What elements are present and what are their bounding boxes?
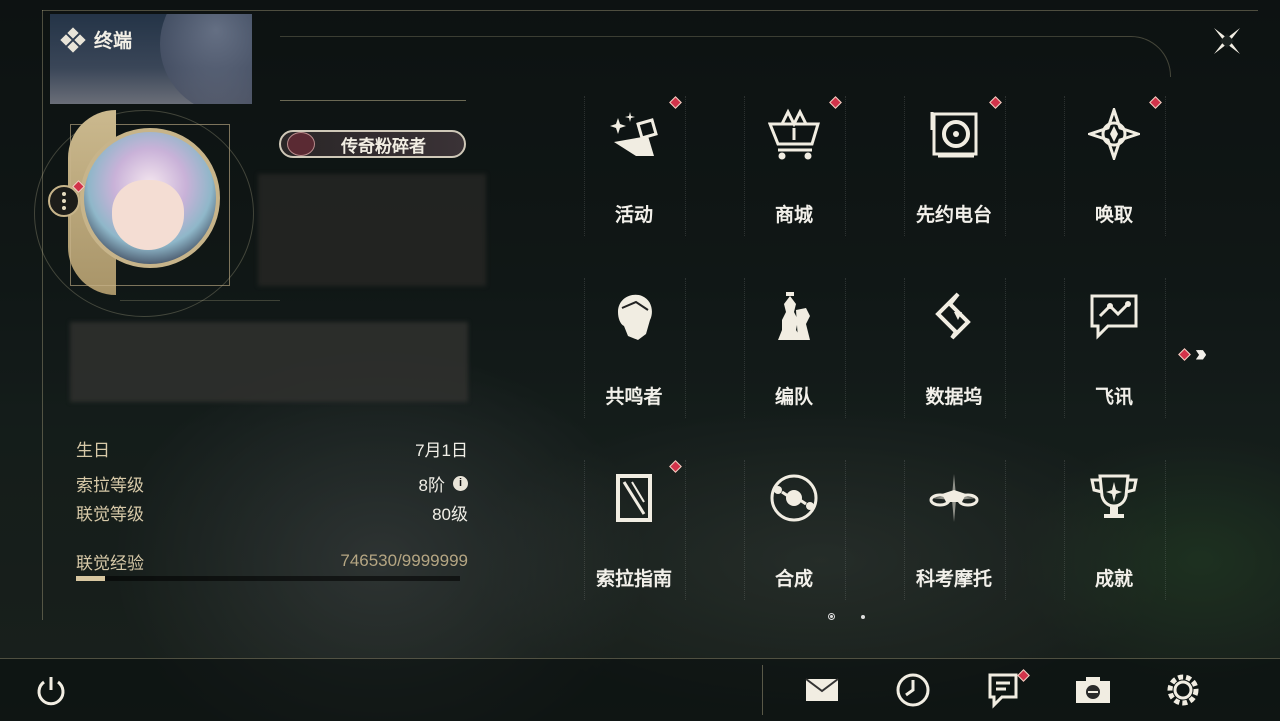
guide-book-icon (616, 474, 652, 522)
stat-union-level: 联觉等级 80级 (76, 504, 468, 524)
trophy-icon (1090, 474, 1138, 518)
page-dot[interactable] (861, 614, 865, 619)
blurred-player-name (258, 174, 486, 286)
exp-progress-bar (76, 576, 460, 581)
blurred-signature (70, 322, 468, 402)
terminal-header: 终端 (60, 26, 133, 53)
next-page-button[interactable]: ››› (1178, 340, 1207, 368)
profile-divider (120, 300, 280, 301)
resonator-head-icon (618, 294, 652, 340)
camera-icon[interactable] (1074, 671, 1112, 709)
exp-progress-fill (76, 576, 105, 581)
menu-item-messages[interactable]: 飞讯 (1034, 274, 1194, 424)
bottom-toolbar (0, 658, 1280, 721)
terminal-diamond-icon (60, 26, 86, 53)
power-icon[interactable] (34, 674, 68, 708)
motorbike-icon (929, 474, 979, 522)
stat-sola-level: 索拉等级 8阶 i (76, 471, 468, 495)
clock-icon[interactable] (894, 671, 932, 709)
frame-line-top (42, 10, 1258, 11)
terminal-title: 终端 (94, 31, 133, 52)
close-icon[interactable] (1210, 24, 1244, 58)
menu-item-synthesis[interactable]: 合成 (714, 456, 874, 606)
menu-item-radio[interactable]: 先约电台 (874, 92, 1034, 242)
data-dock-icon (935, 292, 971, 340)
menu-grid: 活动 商城 先约电台 唤取 共鸣者 编队 数据坞 飞讯 索拉指南 合成 科考摩托… (554, 92, 1194, 612)
settings-icon[interactable] (1164, 671, 1202, 709)
compass-star-icon (1088, 108, 1140, 160)
menu-item-motorbike[interactable]: 科考摩托 (874, 456, 1034, 606)
chess-pieces-icon (778, 292, 810, 340)
double-chevron-right-icon: ››› (1195, 340, 1207, 367)
menu-item-guide[interactable]: 索拉指南 (554, 456, 714, 606)
page-dot-active[interactable] (828, 613, 835, 620)
menu-item-data-dock[interactable]: 数据坞 (874, 274, 1034, 424)
menu-item-resonators[interactable]: 共鸣者 (554, 274, 714, 424)
title-divider (280, 100, 466, 101)
menu-item-convene[interactable]: 唤取 (1034, 92, 1194, 242)
mail-icon[interactable] (803, 671, 841, 709)
menu-item-team[interactable]: 编队 (714, 274, 874, 424)
notice-icon[interactable] (984, 671, 1022, 709)
stat-birthday: 生日 7月1日 (76, 440, 468, 460)
synthesis-icon (770, 474, 818, 522)
menu-item-shop[interactable]: 商城 (714, 92, 874, 242)
radio-icon (930, 112, 978, 158)
stat-union-exp: 联觉经验 746530/9999999 (76, 551, 468, 573)
frame-line-inner (280, 36, 1100, 37)
frame-line-left (42, 10, 43, 620)
cart-icon (768, 108, 820, 160)
player-title-badge[interactable]: 传奇粉碎者 (279, 130, 466, 158)
menu-item-events[interactable]: 活动 (554, 92, 714, 242)
sparkle-icon (610, 112, 658, 156)
player-title-text: 传奇粉碎者 (341, 136, 426, 156)
title-emblem-icon (287, 132, 315, 156)
page-indicator (828, 613, 865, 620)
menu-item-achievements[interactable]: 成就 (1034, 456, 1194, 606)
avatar-frame (70, 124, 230, 286)
info-icon[interactable]: i (453, 475, 468, 491)
badge-dot (1178, 347, 1191, 361)
chat-icon (1090, 294, 1138, 340)
